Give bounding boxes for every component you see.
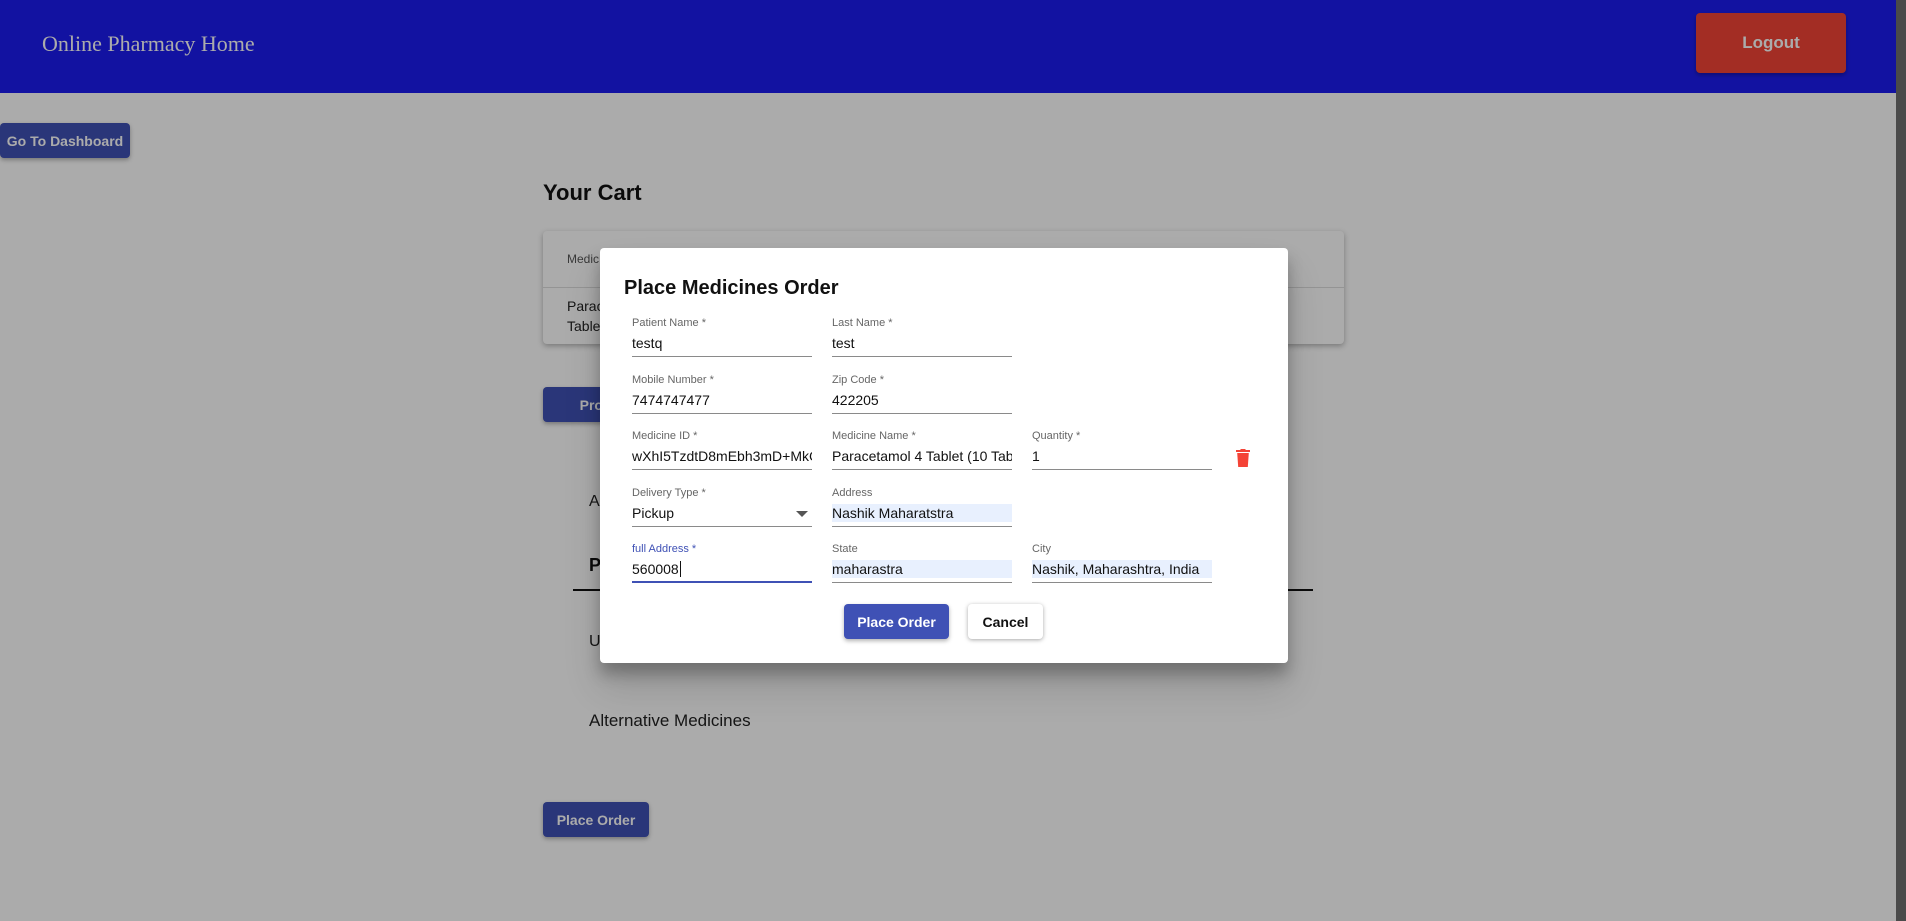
- dialog-title: Place Medicines Order: [624, 277, 839, 299]
- field-label: State: [832, 543, 858, 555]
- zip-code-input[interactable]: 422205: [832, 391, 1012, 409]
- chevron-down-icon[interactable]: [796, 511, 808, 517]
- dialog-place-order-button[interactable]: Place Order: [844, 604, 949, 639]
- state-input[interactable]: maharastra: [832, 560, 1012, 578]
- field-label: Delivery Type *: [632, 487, 706, 499]
- last-name-field[interactable]: Last Name * test: [832, 317, 1012, 357]
- cancel-button[interactable]: Cancel: [968, 604, 1043, 639]
- field-label: Medicine Name *: [832, 430, 916, 442]
- field-underline: [632, 413, 812, 414]
- field-underline: [832, 356, 1012, 357]
- field-underline: [632, 469, 812, 470]
- field-label: Medicine ID *: [632, 430, 698, 442]
- place-order-dialog: Place Medicines Order Patient Name * tes…: [600, 248, 1288, 663]
- medicine-name-field[interactable]: Medicine Name * Paracetamol 4 Tablet (10…: [832, 430, 1012, 470]
- field-label: full Address *: [632, 543, 697, 555]
- field-underline: [832, 469, 1012, 470]
- city-input[interactable]: Nashik, Maharashtra, India: [1032, 560, 1212, 578]
- field-label: City: [1032, 543, 1051, 555]
- full-address-value: 560008: [632, 561, 679, 577]
- quantity-input[interactable]: 1: [1032, 447, 1212, 465]
- delivery-type-select[interactable]: Delivery Type * Pickup: [632, 487, 812, 527]
- field-label: Zip Code *: [832, 374, 884, 386]
- state-field[interactable]: State maharastra: [832, 543, 1012, 583]
- field-label: Address: [832, 487, 873, 499]
- field-underline: [832, 526, 1012, 527]
- field-label: Mobile Number *: [632, 374, 714, 386]
- delivery-type-value[interactable]: Pickup: [632, 504, 812, 522]
- zip-code-field[interactable]: Zip Code * 422205: [832, 374, 1012, 414]
- medicine-id-input[interactable]: wXhI5TzdtD8mEbh3mD+MkC: [632, 447, 812, 465]
- field-underline: [632, 581, 812, 583]
- address-input[interactable]: Nashik Maharatstra: [832, 504, 1012, 522]
- medicine-id-field[interactable]: Medicine ID * wXhI5TzdtD8mEbh3mD+MkC: [632, 430, 812, 470]
- quantity-field[interactable]: Quantity * 1: [1032, 430, 1212, 470]
- last-name-input[interactable]: test: [832, 334, 1012, 352]
- patient-name-input[interactable]: testq: [632, 334, 812, 352]
- field-underline: [632, 356, 812, 357]
- city-field[interactable]: City Nashik, Maharashtra, India: [1032, 543, 1212, 583]
- field-underline: [1032, 582, 1212, 583]
- field-label: Patient Name *: [632, 317, 706, 329]
- full-address-input[interactable]: 560008: [632, 560, 812, 578]
- text-caret: [680, 561, 681, 577]
- address-field[interactable]: Address Nashik Maharatstra: [832, 487, 1012, 527]
- field-label: Quantity *: [1032, 430, 1081, 442]
- scrollbar[interactable]: [1896, 0, 1906, 921]
- mobile-number-input[interactable]: 7474747477: [632, 391, 812, 409]
- full-address-field[interactable]: full Address * 560008: [632, 543, 812, 583]
- mobile-number-field[interactable]: Mobile Number * 7474747477: [632, 374, 812, 414]
- field-label: Last Name *: [832, 317, 893, 329]
- field-underline: [632, 526, 812, 527]
- trash-icon[interactable]: [1236, 448, 1250, 468]
- field-underline: [832, 413, 1012, 414]
- field-underline: [832, 582, 1012, 583]
- medicine-name-input[interactable]: Paracetamol 4 Tablet (10 Tab: [832, 447, 1012, 465]
- field-underline: [1032, 469, 1212, 470]
- patient-name-field[interactable]: Patient Name * testq: [632, 317, 812, 357]
